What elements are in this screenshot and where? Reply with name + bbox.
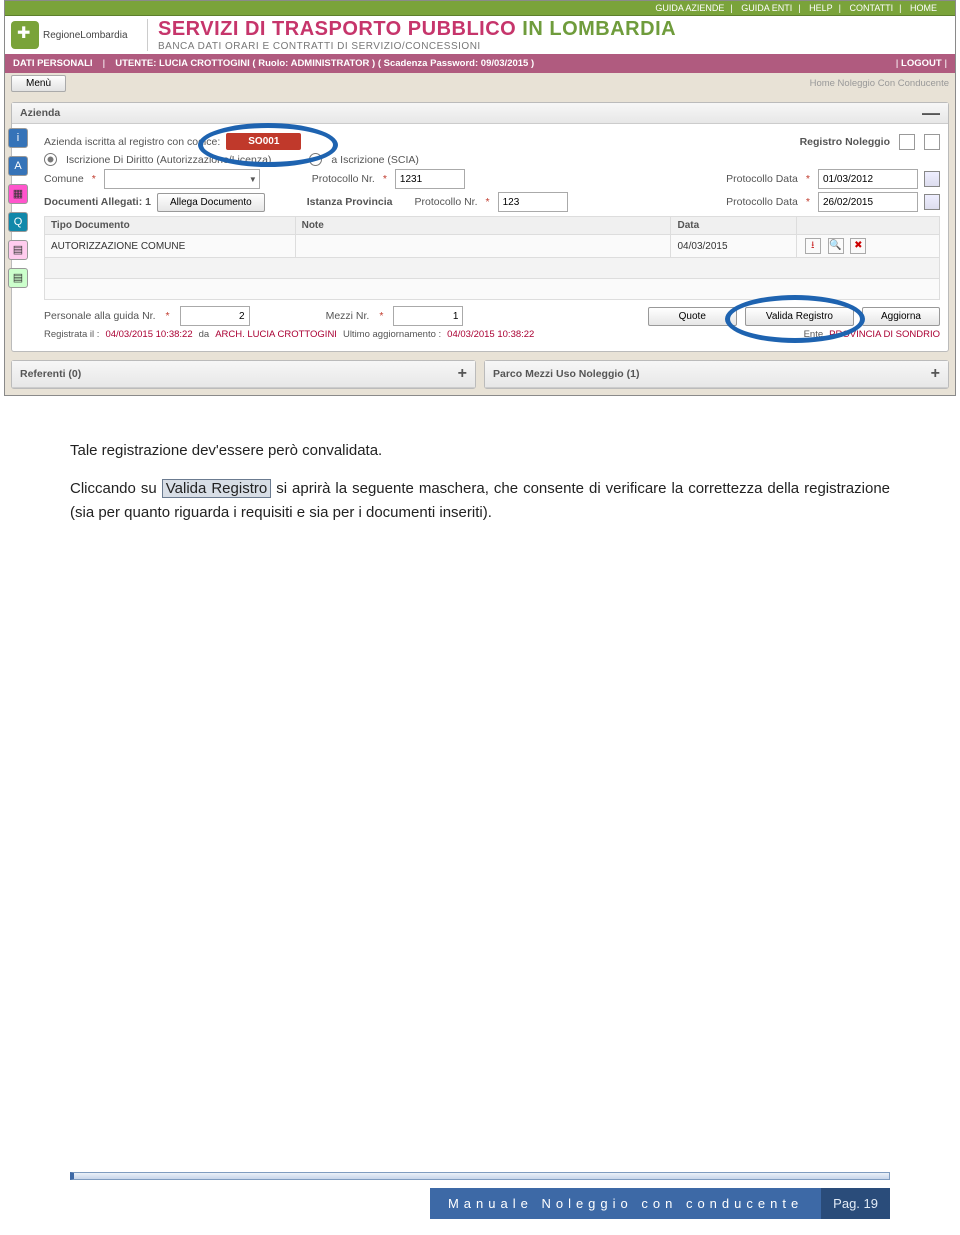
nav-link[interactable]: CONTATTI	[849, 3, 893, 13]
radio-diritto[interactable]	[44, 153, 57, 166]
personale-label: Personale alla guida Nr.	[44, 310, 156, 322]
delete-icon[interactable]: ✖	[850, 238, 866, 254]
footer-rule	[70, 1172, 890, 1180]
app-subtitle: BANCA DATI ORARI E CONTRATTI DI SERVIZIO…	[158, 41, 945, 52]
view-icon[interactable]: 🔍	[828, 238, 844, 254]
protocollo-nr-label-2: Protocollo Nr.	[414, 196, 477, 208]
mezzi-input[interactable]	[393, 306, 463, 326]
protocollo-nr-input-2[interactable]	[498, 192, 568, 212]
top-nav: GUIDA AZIENDE| GUIDA ENTI| HELP| CONTATT…	[5, 1, 955, 16]
info-icon[interactable]: i	[8, 128, 28, 148]
user-bar: DATI PERSONALI| UTENTE: LUCIA CROTTOGINI…	[5, 54, 955, 73]
comune-label: Comune	[44, 173, 84, 185]
doc2-icon[interactable]: ▤	[8, 268, 28, 288]
mezzi-label: Mezzi Nr.	[326, 310, 370, 322]
protocollo-data-label: Protocollo Data	[726, 173, 798, 185]
registrata-il-value: 04/03/2015 10:38:22	[105, 329, 192, 340]
protocollo-data-input[interactable]	[818, 169, 918, 189]
istanza-provincia-label: Istanza Provincia	[307, 196, 393, 208]
collapse-icon[interactable]: —	[922, 108, 940, 118]
user-info: UTENTE: LUCIA CROTTOGINI ( Ruolo: ADMINI…	[115, 58, 534, 69]
codice-label: Azienda iscritta al registro con codice:	[44, 136, 220, 148]
registro-icon[interactable]	[924, 134, 940, 150]
download-icon[interactable]: ⭳	[805, 238, 821, 254]
calendar-icon[interactable]	[924, 171, 940, 187]
col-note: Note	[295, 217, 671, 235]
logo: RegioneLombardia	[5, 19, 148, 51]
app-title: SERVIZI DI TRASPORTO PUBBLICO IN LOMBARD…	[158, 18, 945, 41]
protocollo-nr-label: Protocollo Nr.	[312, 173, 375, 185]
comune-select[interactable]	[104, 169, 260, 189]
nav-link[interactable]: GUIDA AZIENDE	[655, 3, 724, 13]
quote-button[interactable]: Quote	[648, 307, 737, 326]
menu-button[interactable]: Menù	[11, 75, 66, 92]
radio-diritto-label: Iscrizione Di Diritto (Autorizzazione/Li…	[66, 154, 271, 166]
col-tipo: Tipo Documento	[45, 217, 296, 235]
calendar-icon[interactable]	[924, 194, 940, 210]
registrata-il-label: Registrata il :	[44, 329, 99, 340]
footer-page: Pag. 19	[821, 1188, 890, 1219]
radio-scia[interactable]	[309, 153, 322, 166]
ultimo-agg-label: Ultimo aggiornamento :	[343, 329, 441, 340]
aggiorna-button[interactable]: Aggiorna	[862, 307, 940, 326]
arch-value: ARCH. LUCIA CROTTOGINI	[215, 329, 337, 340]
doc-paragraph-1: Tale registrazione dev'essere però conva…	[70, 439, 890, 462]
allega-documento-button[interactable]: Allega Documento	[157, 193, 265, 212]
expand-icon[interactable]: +	[931, 365, 940, 383]
a-icon[interactable]: A	[8, 156, 28, 176]
registro-noleggio-label: Registro Noleggio	[800, 136, 890, 148]
personale-input[interactable]	[180, 306, 250, 326]
referenti-title: Referenti (0)	[20, 368, 81, 380]
cell-tipo: AUTORIZZAZIONE COMUNE	[45, 235, 296, 258]
dati-personali-link[interactable]: DATI PERSONALI	[13, 58, 93, 69]
region-name: RegioneLombardia	[43, 30, 128, 41]
provincia-value: PROVINCIA DI SONDRIO	[829, 329, 940, 340]
region-logo-icon	[11, 21, 39, 49]
doc1-icon[interactable]: ▤	[8, 240, 28, 260]
valida-registro-highlight: Valida Registro	[162, 479, 271, 498]
breadcrumb: Home Noleggio Con Conducente	[810, 78, 949, 89]
logout-link[interactable]: LOGOUT	[901, 58, 942, 69]
documenti-allegati-label: Documenti Allegati: 1	[44, 196, 151, 208]
cell-data: 04/03/2015	[671, 235, 796, 258]
nav-link[interactable]: HELP	[809, 3, 833, 13]
tool-icon[interactable]: ▦	[8, 184, 28, 204]
documenti-table: Tipo Documento Note Data AUTORIZZAZIONE …	[44, 216, 940, 300]
expand-icon[interactable]: +	[458, 365, 467, 383]
valida-registro-button[interactable]: Valida Registro	[745, 307, 854, 326]
q-icon[interactable]: Q	[8, 212, 28, 232]
ente-label: Ente	[804, 329, 824, 340]
nav-link[interactable]: GUIDA ENTI	[741, 3, 792, 13]
parco-mezzi-title: Parco Mezzi Uso Noleggio (1)	[493, 368, 639, 380]
protocollo-data-label-2: Protocollo Data	[726, 196, 798, 208]
panel-title: Azienda	[20, 107, 60, 119]
ultimo-agg-value: 04/03/2015 10:38:22	[447, 329, 534, 340]
side-toolbar: i A ▦ Q ▤ ▤	[8, 128, 28, 288]
codice-value: SO001	[226, 133, 301, 150]
protocollo-data-input-2[interactable]	[818, 192, 918, 212]
registro-icon[interactable]	[899, 134, 915, 150]
footer-title: Manuale Noleggio con conducente	[430, 1188, 821, 1219]
table-row: AUTORIZZAZIONE COMUNE 04/03/2015 ⭳ 🔍 ✖	[45, 235, 940, 258]
radio-scia-label: a Iscrizione (SCIA)	[331, 154, 419, 166]
protocollo-nr-input[interactable]	[395, 169, 465, 189]
doc-paragraph-2: Cliccando su Valida Registro si aprirà l…	[70, 477, 890, 524]
nav-link[interactable]: HOME	[910, 3, 937, 13]
da-label: da	[199, 329, 210, 340]
col-data: Data	[671, 217, 796, 235]
